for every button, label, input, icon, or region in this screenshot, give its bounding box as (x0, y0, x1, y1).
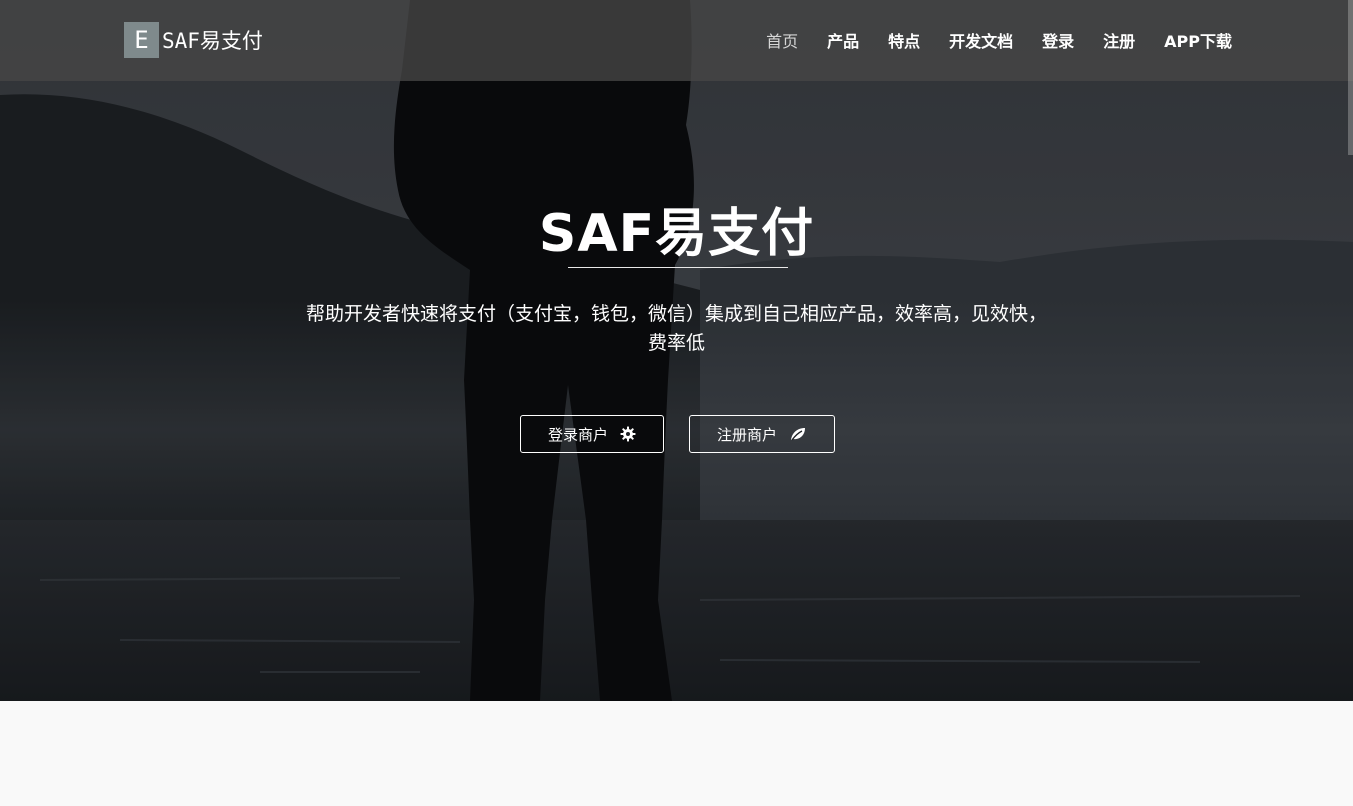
hero-subtitle: 帮助开发者快速将支付（支付宝，钱包，微信）集成到自己相应产品，效率高，见效快，费… (305, 303, 1047, 354)
register-merchant-label: 注册商户 (716, 425, 777, 444)
nav-item-register[interactable]: 注册 (1103, 28, 1135, 52)
login-merchant-button[interactable]: 登录商户 (520, 415, 664, 453)
hero-section: E SAF易支付 首页 产品 特点 开发文档 登录 注册 APP下载 SAF易支… (0, 0, 1353, 701)
leaf-icon (789, 426, 807, 442)
brand-logo[interactable]: E SAF易支付 (124, 22, 263, 58)
top-navbar: E SAF易支付 首页 产品 特点 开发文档 登录 注册 APP下载 (0, 0, 1353, 81)
nav-item-home[interactable]: 首页 (766, 28, 798, 52)
nav-item-features[interactable]: 特点 (888, 28, 920, 52)
nav-item-docs[interactable]: 开发文档 (949, 28, 1013, 52)
nav-item-app-download[interactable]: APP下载 (1164, 28, 1232, 52)
nav-item-products[interactable]: 产品 (827, 28, 859, 52)
login-merchant-label: 登录商户 (547, 425, 608, 444)
hero-title: SAF易支付 (538, 204, 815, 264)
nav-item-login[interactable]: 登录 (1042, 28, 1074, 52)
main-nav: 首页 产品 特点 开发文档 登录 注册 APP下载 (737, 28, 1232, 52)
scrollbar[interactable] (1348, 0, 1353, 155)
brand-name: SAF易支付 (162, 29, 263, 53)
register-merchant-button[interactable]: 注册商户 (689, 415, 835, 453)
gear-icon (620, 426, 636, 442)
logo-mark: E (124, 22, 159, 58)
title-divider (568, 267, 788, 268)
